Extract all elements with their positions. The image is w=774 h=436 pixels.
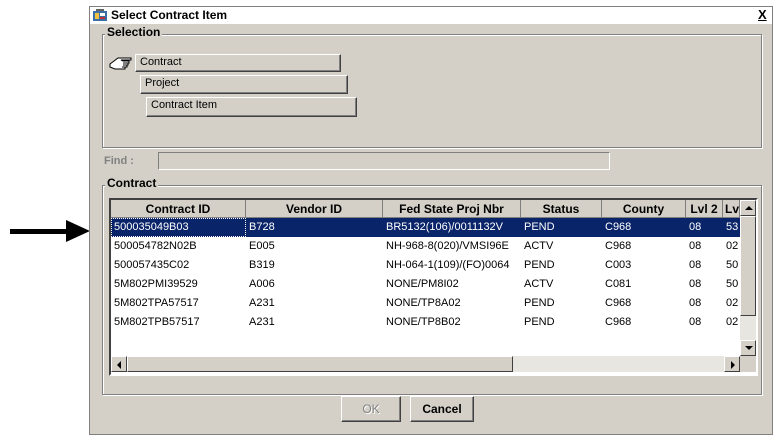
cell-vendor-id: B319 — [249, 259, 275, 271]
cell-status: PEND — [524, 316, 555, 328]
horizontal-scroll-thumb[interactable] — [127, 356, 513, 372]
cell-county: C003 — [605, 259, 632, 271]
tree-item-contract-item[interactable]: Contract Item — [146, 97, 357, 117]
app-icon — [93, 9, 107, 21]
column-header-county[interactable]: County — [602, 200, 686, 218]
pointer-arrow-shaft — [10, 229, 68, 234]
cell-status: ACTV — [524, 240, 554, 252]
cell-lvl3: 02 — [726, 297, 739, 309]
title-bar: Select Contract Item X — [90, 7, 772, 24]
scroll-left-button[interactable] — [111, 356, 127, 372]
cell-fed-state-proj-nbr: NONE/TP8A02 — [386, 297, 461, 309]
arrow-left-icon — [117, 361, 121, 369]
arrow-up-icon — [745, 206, 753, 210]
cell-vendor-id: B728 — [249, 221, 275, 233]
window-title: Select Contract Item — [111, 8, 228, 22]
select-contract-item-dialog: Select Contract Item X Selection Contrac… — [89, 6, 773, 435]
pointing-hand-icon — [109, 57, 132, 70]
tree-item-contract[interactable]: Contract — [135, 54, 341, 72]
table-row[interactable]: 5M802PMI39529 A006 NONE/PM8I02 ACTV C081… — [111, 275, 741, 294]
cell-contract-id: 500054782N02B — [114, 240, 197, 252]
column-header-lvl3[interactable]: Lv — [723, 200, 740, 218]
cell-county: C968 — [605, 240, 632, 252]
column-header-lvl2[interactable]: Lvl 2 — [686, 200, 723, 218]
cell-lvl2: 08 — [689, 221, 702, 233]
table-row[interactable]: 500035049B03 B728 BR5132(106)/0011132V P… — [111, 218, 741, 237]
cell-contract-id: 5M802TPA57517 — [114, 297, 199, 309]
cell-lvl2: 08 — [689, 259, 702, 271]
cell-lvl2: 08 — [689, 316, 702, 328]
column-header-contract-id[interactable]: Contract ID — [111, 200, 246, 218]
cell-lvl3: 02 — [726, 316, 739, 328]
cell-lvl3: 50 — [726, 259, 739, 271]
scroll-down-button[interactable] — [740, 340, 756, 356]
cell-lvl2: 08 — [689, 240, 702, 252]
column-header-vendor-id[interactable]: Vendor ID — [246, 200, 383, 218]
cell-status: ACTV — [524, 278, 554, 290]
cell-contract-id: 5M802TPB57517 — [114, 316, 200, 328]
column-header-fed-state-proj-nbr[interactable]: Fed State Proj Nbr — [383, 200, 521, 218]
table-row[interactable]: 5M802TPB57517 A231 NONE/TP8B02 PEND C968… — [111, 313, 741, 332]
table-row[interactable]: 500057435C02 B319 NH-064-1(109)/(FO)0064… — [111, 256, 741, 275]
tree-item-label: Contract Item — [151, 99, 218, 111]
scroll-up-button[interactable] — [740, 200, 756, 216]
scrollbar-corner — [740, 356, 756, 372]
cancel-button[interactable]: Cancel — [410, 396, 474, 422]
cell-county: C081 — [605, 278, 632, 290]
find-label: Find : — [104, 155, 134, 167]
cell-lvl3: 02 — [726, 240, 739, 252]
column-header-status[interactable]: Status — [521, 200, 602, 218]
arrow-right-icon — [731, 361, 735, 369]
tree-item-label: Contract — [140, 56, 182, 68]
cell-lvl2: 08 — [689, 278, 702, 290]
ok-button[interactable]: OK — [341, 396, 401, 422]
close-button[interactable]: X — [758, 7, 767, 22]
cell-county: C968 — [605, 316, 632, 328]
cell-contract-id: 500035049B03 — [111, 218, 246, 237]
cell-lvl2: 08 — [689, 297, 702, 309]
cell-fed-state-proj-nbr: NH-064-1(109)/(FO)0064 — [386, 259, 510, 271]
tree-item-project[interactable]: Project — [140, 75, 348, 94]
tree-item-label: Project — [145, 77, 180, 89]
selection-group-label: Selection — [105, 25, 163, 39]
cell-status: PEND — [524, 259, 555, 271]
cell-vendor-id: E005 — [249, 240, 275, 252]
cell-contract-id: 500057435C02 — [114, 259, 190, 271]
cell-county: C968 — [605, 221, 632, 233]
contract-group-label: Contract — [105, 176, 159, 190]
cell-lvl3: 50 — [726, 278, 739, 290]
contract-grid[interactable]: Contract ID Vendor ID Fed State Proj Nbr… — [109, 198, 758, 376]
cell-status: PEND — [524, 297, 555, 309]
horizontal-scrollbar[interactable] — [111, 356, 740, 372]
cell-vendor-id: A231 — [249, 316, 275, 328]
cell-fed-state-proj-nbr: NONE/PM8I02 — [386, 278, 459, 290]
find-input[interactable] — [158, 152, 610, 170]
cell-fed-state-proj-nbr: BR5132(106)/0011132V — [386, 221, 504, 233]
vertical-scrollbar[interactable] — [740, 200, 756, 356]
cell-lvl3: 53 — [726, 221, 739, 233]
cell-status: PEND — [524, 221, 555, 233]
table-row[interactable]: 500054782N02B E005 NH-968-8(020)/VMSI96E… — [111, 237, 741, 256]
pointer-arrow-icon — [66, 220, 90, 242]
cell-vendor-id: A006 — [249, 278, 275, 290]
scroll-right-button[interactable] — [724, 356, 740, 372]
table-row[interactable]: 5M802TPA57517 A231 NONE/TP8A02 PEND C968… — [111, 294, 741, 313]
cell-vendor-id: A231 — [249, 297, 275, 309]
cell-county: C968 — [605, 297, 632, 309]
cell-fed-state-proj-nbr: NONE/TP8B02 — [386, 316, 461, 328]
cell-fed-state-proj-nbr: NH-968-8(020)/VMSI96E — [386, 240, 509, 252]
cell-contract-id: 5M802PMI39529 — [114, 278, 198, 290]
arrow-down-icon — [745, 346, 753, 350]
vertical-scroll-thumb[interactable] — [740, 216, 756, 316]
